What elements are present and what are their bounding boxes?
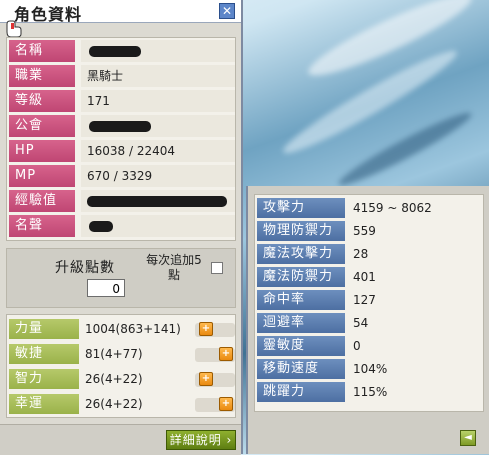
ability-points-value: 0 bbox=[87, 279, 125, 297]
info-label: MP bbox=[9, 165, 75, 187]
info-value: 670 / 3329 bbox=[81, 165, 235, 187]
stat-value: 1004(863+141) bbox=[85, 322, 181, 336]
info-row-exp: 經驗值 bbox=[9, 190, 235, 212]
stat-row-int: 智力 26(4+22) + bbox=[9, 369, 235, 389]
detail-row-hands: 靈敏度 0 bbox=[257, 336, 483, 356]
detail-button[interactable]: 詳細說明 › bbox=[166, 430, 236, 450]
stat-row-str: 力量 1004(863+141) + bbox=[9, 319, 235, 339]
plus-button[interactable]: + bbox=[199, 322, 213, 336]
detail-value: 4159 ~ 8062 bbox=[353, 201, 432, 215]
detail-row-accuracy: 命中率 127 bbox=[257, 290, 483, 310]
stat-label: 智力 bbox=[9, 369, 79, 389]
stat-row-dex: 敏捷 81(4+77) + bbox=[9, 344, 235, 364]
detail-value: 54 bbox=[353, 316, 369, 330]
info-label: 公會 bbox=[9, 115, 75, 137]
info-value: 黑騎士 bbox=[81, 65, 235, 87]
info-label: HP bbox=[9, 140, 75, 162]
info-label: 名聲 bbox=[9, 215, 75, 237]
auto-add-checkbox[interactable] bbox=[211, 262, 223, 274]
detail-label: 跳躍力 bbox=[257, 382, 345, 402]
detail-label: 魔法攻擊力 bbox=[257, 244, 345, 264]
detail-label: 靈敏度 bbox=[257, 336, 345, 356]
detail-row-weapon-def: 物理防禦力 559 bbox=[257, 221, 483, 241]
stat-value: 26(4+22) bbox=[85, 372, 143, 386]
detail-row-attack: 攻擊力 4159 ~ 8062 bbox=[257, 198, 483, 218]
censor-mark bbox=[89, 46, 141, 57]
info-row-name: 名稱 bbox=[9, 40, 235, 62]
detail-row-speed: 移動速度 104% bbox=[257, 359, 483, 379]
plus-icon: + bbox=[201, 323, 211, 334]
character-info-window: 角色資料 ✕ 名稱 職業 黑騎士 等級 171 公會 HP 16038 / 22… bbox=[0, 0, 243, 455]
detail-row-magic-attack: 魔法攻擊力 28 bbox=[257, 244, 483, 264]
info-label: 經驗值 bbox=[9, 190, 75, 212]
mouse-cursor-icon bbox=[6, 20, 22, 38]
plus-button[interactable]: + bbox=[219, 397, 233, 411]
background-streak bbox=[302, 0, 478, 87]
detail-value: 115% bbox=[353, 385, 388, 399]
detail-label: 命中率 bbox=[257, 290, 345, 310]
stat-label: 力量 bbox=[9, 319, 79, 339]
info-label: 等級 bbox=[9, 90, 75, 112]
stat-value: 81(4+77) bbox=[85, 347, 143, 361]
info-label: 職業 bbox=[9, 65, 75, 87]
detail-value: 401 bbox=[353, 270, 376, 284]
plus-button[interactable]: + bbox=[219, 347, 233, 361]
plus-icon: + bbox=[221, 398, 231, 409]
basic-info-panel: 名稱 職業 黑騎士 等級 171 公會 HP 16038 / 22404 MP … bbox=[6, 37, 236, 241]
info-value: 16038 / 22404 bbox=[81, 140, 235, 162]
close-button[interactable]: ✕ bbox=[219, 3, 235, 19]
censor-mark bbox=[89, 221, 113, 232]
info-row-mp: MP 670 / 3329 bbox=[9, 165, 235, 187]
info-row-job: 職業 黑騎士 bbox=[9, 65, 235, 87]
detail-row-magic-def: 魔法防禦力 401 bbox=[257, 267, 483, 287]
stat-value: 26(4+22) bbox=[85, 397, 143, 411]
info-row-fame: 名聲 bbox=[9, 215, 235, 237]
close-icon: ✕ bbox=[221, 4, 233, 18]
ability-points-panel: 升級點數 0 每次追加5點 bbox=[6, 248, 236, 308]
back-button[interactable]: ◄ bbox=[460, 430, 476, 446]
detail-label: 迴避率 bbox=[257, 313, 345, 333]
detail-row-jump: 跳躍力 115% bbox=[257, 382, 483, 402]
info-row-level: 等級 171 bbox=[9, 90, 235, 112]
detailed-stats-window: 攻擊力 4159 ~ 8062 物理防禦力 559 魔法攻擊力 28 魔法防禦力… bbox=[246, 186, 489, 454]
info-row-hp: HP 16038 / 22404 bbox=[9, 140, 235, 162]
auto-add-label: 每次追加5點 bbox=[146, 253, 202, 282]
detail-row-avoid: 迴避率 54 bbox=[257, 313, 483, 333]
title-bar[interactable]: 角色資料 ✕ bbox=[0, 0, 241, 24]
detailed-stats-panel: 攻擊力 4159 ~ 8062 物理防禦力 559 魔法攻擊力 28 魔法防禦力… bbox=[254, 194, 484, 412]
detail-value: 104% bbox=[353, 362, 388, 376]
plus-button[interactable]: + bbox=[199, 372, 213, 386]
stat-label: 敏捷 bbox=[9, 344, 79, 364]
stat-label: 幸運 bbox=[9, 394, 79, 414]
detail-value: 127 bbox=[353, 293, 376, 307]
info-value: 171 bbox=[81, 90, 235, 112]
detail-label: 魔法防禦力 bbox=[257, 267, 345, 287]
plus-icon: + bbox=[201, 373, 211, 384]
ability-points-label: 升級點數 bbox=[55, 260, 115, 276]
censor-mark bbox=[89, 121, 151, 132]
info-row-guild: 公會 bbox=[9, 115, 235, 137]
detail-value: 559 bbox=[353, 224, 376, 238]
stats-panel: 力量 1004(863+141) + 敏捷 81(4+77) + 智力 26(4… bbox=[6, 314, 236, 418]
detail-label: 攻擊力 bbox=[257, 198, 345, 218]
censor-mark bbox=[87, 196, 227, 207]
info-label: 名稱 bbox=[9, 40, 75, 62]
detail-label: 移動速度 bbox=[257, 359, 345, 379]
plus-icon: + bbox=[221, 348, 231, 359]
detail-value: 28 bbox=[353, 247, 369, 261]
arrow-left-icon: ◄ bbox=[464, 432, 472, 443]
stat-row-luk: 幸運 26(4+22) + bbox=[9, 394, 235, 414]
detail-label: 物理防禦力 bbox=[257, 221, 345, 241]
detail-value: 0 bbox=[353, 339, 361, 353]
